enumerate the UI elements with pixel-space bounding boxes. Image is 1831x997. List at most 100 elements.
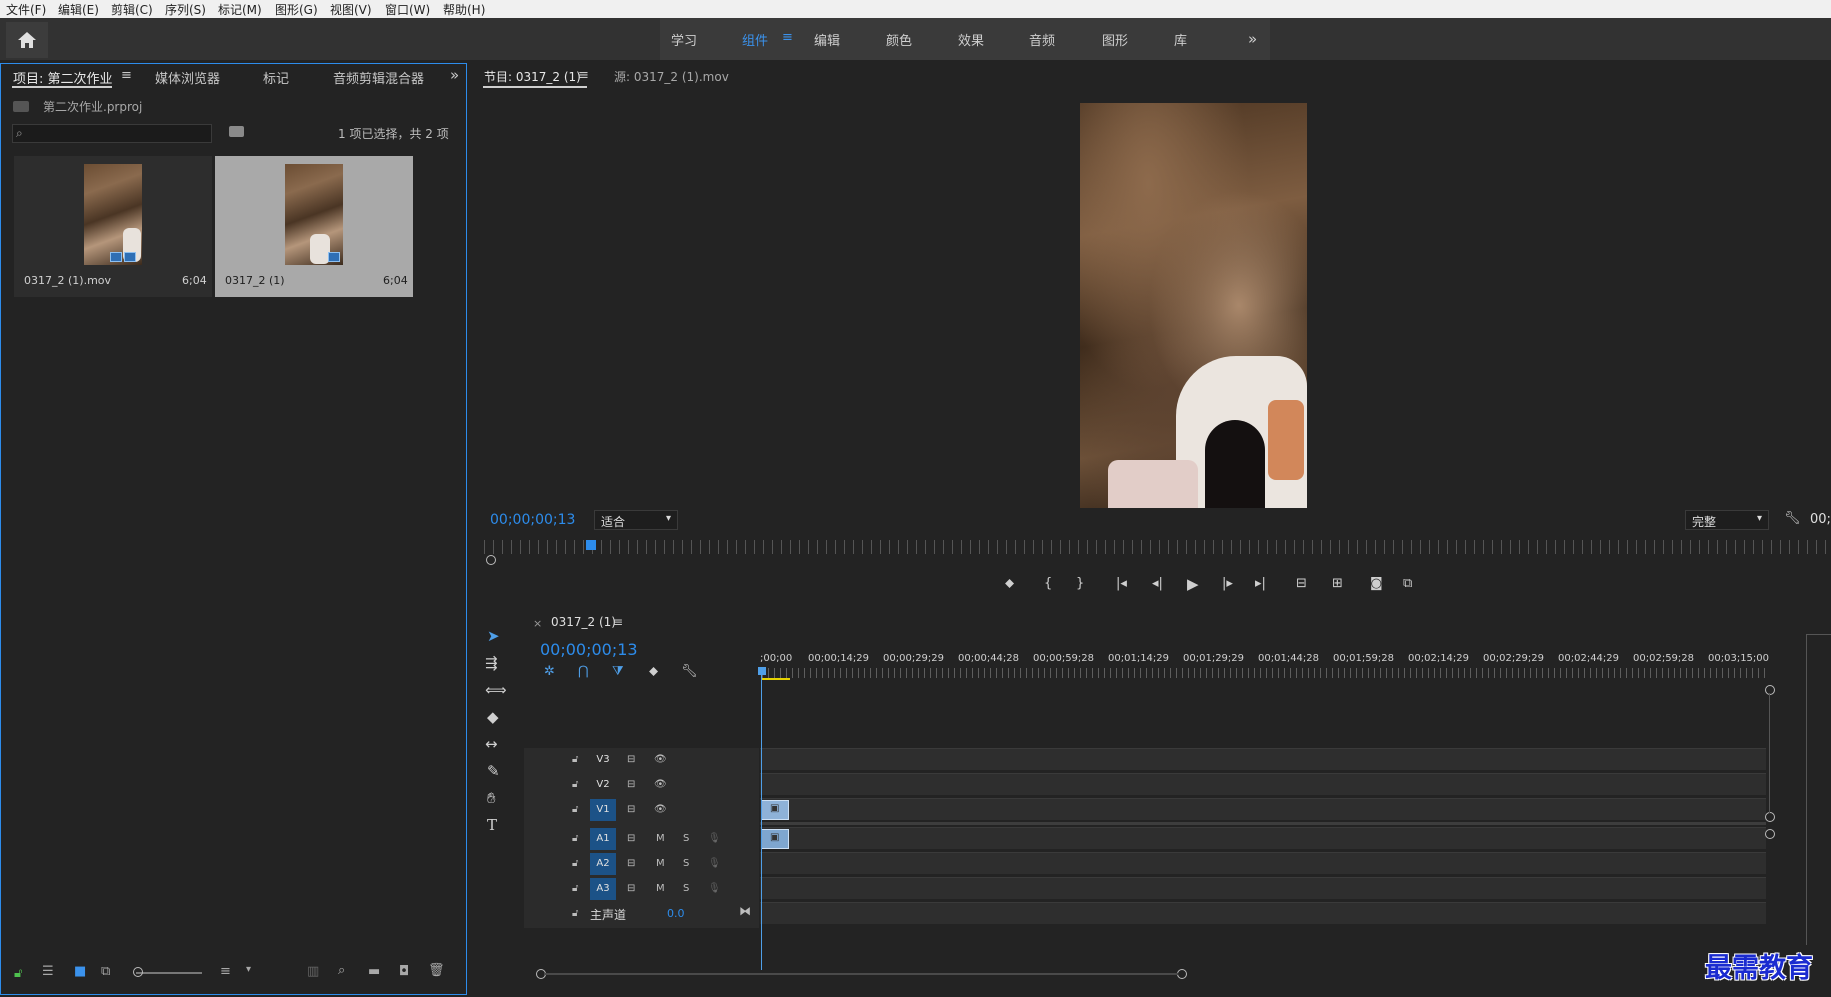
freeform-view-icon[interactable]: ⧉ (101, 964, 110, 979)
panel-menu-icon[interactable]: ≡ (613, 615, 623, 629)
tab-sequence[interactable]: 0317_2 (1) (551, 615, 616, 629)
snap-icon[interactable]: ⋂ (578, 664, 589, 679)
track-row-v1[interactable] (760, 798, 1766, 820)
track-row-v3[interactable] (760, 748, 1766, 770)
lift-icon[interactable]: ⊟ (1296, 576, 1307, 591)
track-label-v2[interactable]: V2 (590, 774, 616, 796)
automate-icon[interactable]: ▥ (307, 964, 319, 979)
menu-view[interactable]: 视图(V) (330, 1, 372, 18)
workspace-editing[interactable]: 编辑 (814, 30, 840, 49)
track-label-a1[interactable]: A1 (590, 828, 616, 850)
sync-lock-icon[interactable]: ⊟ (627, 858, 635, 869)
type-tool-icon[interactable]: T (487, 816, 497, 834)
icon-view-icon[interactable]: ■ (74, 964, 86, 979)
panel-menu-icon[interactable]: ≡ (121, 68, 132, 83)
tab-markers[interactable]: 标记 (263, 68, 289, 87)
work-area-bar[interactable] (762, 678, 790, 680)
video-audio-divider[interactable] (760, 822, 1766, 825)
quality-dropdown[interactable]: 完整 ▾ (1685, 510, 1769, 530)
search-input[interactable]: ⌕ (12, 124, 212, 143)
pen-tool-icon[interactable]: ✎ (487, 762, 500, 780)
sync-lock-icon[interactable]: ⊟ (627, 833, 635, 844)
track-label-v1[interactable]: V1 (590, 799, 616, 821)
new-item-icon[interactable]: ◘ (399, 964, 409, 979)
lock-icon[interactable]: 🔓︎ (572, 858, 578, 869)
timeline-timecode[interactable]: 00;00;00;13 (540, 640, 638, 659)
mark-out-icon[interactable]: } (1076, 576, 1084, 591)
solo-button[interactable]: S (683, 858, 689, 869)
clip-card[interactable]: 0317_2 (1).mov 6;04 (14, 156, 212, 297)
zoom-slider-handle[interactable] (133, 967, 143, 977)
menu-marker[interactable]: 标记(M) (218, 1, 262, 18)
tab-program-monitor[interactable]: 节目: 0317_2 (1) (484, 68, 581, 85)
mute-button[interactable]: M (656, 883, 665, 894)
find-icon[interactable]: ⌕ (338, 963, 345, 978)
timeline-playhead[interactable] (761, 668, 762, 970)
eye-icon[interactable]: 👁︎ (654, 779, 667, 790)
menu-window[interactable]: 窗口(W) (385, 1, 430, 18)
new-bin-icon[interactable]: ▬ (368, 964, 380, 979)
track-select-tool-icon[interactable]: ⇶ (485, 654, 498, 672)
vertical-scroll-handle[interactable] (1765, 812, 1775, 822)
microphone-icon[interactable]: 🎙︎ (708, 883, 721, 894)
panel-menu-icon[interactable]: ≡ (578, 68, 589, 83)
workspace-libraries[interactable]: 库 (1174, 30, 1187, 49)
go-to-in-icon[interactable]: |◂ (1116, 576, 1127, 591)
menu-help[interactable]: 帮助(H) (443, 1, 485, 18)
zoom-dropdown[interactable]: 适合 ▾ (594, 510, 678, 530)
menu-graphics[interactable]: 图形(G) (275, 1, 318, 18)
workspace-learn[interactable]: 学习 (671, 30, 697, 49)
track-label-a2[interactable]: A2 (590, 853, 616, 875)
ripple-edit-tool-icon[interactable]: ⟺ (485, 681, 507, 699)
go-to-out-icon[interactable]: ▸| (1255, 576, 1266, 591)
tab-audio-clip-mixer[interactable]: 音频剪辑混合器 (333, 68, 424, 87)
mute-button[interactable]: M (656, 858, 665, 869)
eye-icon[interactable]: 👁︎ (654, 754, 667, 765)
selection-tool-icon[interactable]: ➤ (487, 627, 500, 645)
hamburger-icon[interactable]: ≡ (782, 30, 793, 45)
audio-clip[interactable]: ▣ (761, 829, 789, 849)
mark-in-icon[interactable]: { (1044, 576, 1052, 591)
workspace-assembly[interactable]: 组件 (742, 30, 768, 49)
sequence-card[interactable]: 0317_2 (1) 6;04 (215, 156, 413, 297)
workspace-color[interactable]: 颜色 (886, 30, 912, 49)
go-to-end-icon[interactable]: ⧓ (739, 904, 751, 918)
extract-icon[interactable]: ⊞ (1332, 576, 1343, 591)
hand-tool-icon[interactable]: ✋︎ (487, 789, 496, 807)
program-playhead[interactable] (586, 540, 596, 550)
track-row-a3[interactable] (760, 877, 1766, 899)
tab-media-browser[interactable]: 媒体浏览器 (155, 68, 220, 87)
tab-project[interactable]: 项目: 第二次作业 (13, 68, 113, 87)
step-forward-icon[interactable]: |▸ (1222, 576, 1233, 591)
new-bin-from-search-icon[interactable] (229, 126, 244, 137)
lock-icon[interactable]: 🔓︎ (572, 779, 578, 790)
eye-icon[interactable]: 👁︎ (654, 804, 667, 815)
trash-icon[interactable]: 🗑︎ (428, 963, 445, 978)
nest-icon[interactable]: ✲ (544, 664, 555, 679)
sort-icon[interactable]: ≡ (220, 964, 231, 979)
vertical-scroll-handle[interactable] (1765, 685, 1775, 695)
lock-icon[interactable]: 🔓︎ (572, 804, 578, 815)
microphone-icon[interactable]: 🎙︎ (708, 833, 721, 844)
horizontal-scroll-handle[interactable] (1177, 969, 1187, 979)
slip-tool-icon[interactable]: ↔ (485, 735, 498, 753)
scroll-handle[interactable] (486, 555, 496, 565)
track-row-a1[interactable] (760, 827, 1766, 849)
horizontal-scrollbar[interactable] (544, 973, 1178, 975)
chevron-down-icon[interactable]: ▾ (246, 964, 251, 975)
play-icon[interactable]: ▶ (1187, 575, 1199, 593)
sync-lock-icon[interactable]: ⊟ (627, 779, 635, 790)
vertical-scrollbar[interactable] (1769, 693, 1770, 813)
home-button[interactable] (6, 22, 48, 58)
timeline-settings-icon[interactable]: 🔧︎ (681, 664, 698, 679)
master-volume-value[interactable]: 0.0 (667, 907, 685, 920)
microphone-icon[interactable]: 🎙︎ (708, 858, 721, 869)
list-view-icon[interactable]: ☰ (42, 964, 54, 979)
program-time-ruler[interactable] (484, 540, 1831, 554)
track-row-v2[interactable] (760, 773, 1766, 795)
track-row-a2[interactable] (760, 852, 1766, 874)
lock-icon[interactable]: 🔓︎ (572, 883, 578, 894)
menu-clip[interactable]: 剪辑(C) (111, 1, 153, 18)
more-panels-icon[interactable]: » (450, 66, 459, 84)
tab-source-monitor[interactable]: 源: 0317_2 (1).mov (614, 68, 729, 85)
